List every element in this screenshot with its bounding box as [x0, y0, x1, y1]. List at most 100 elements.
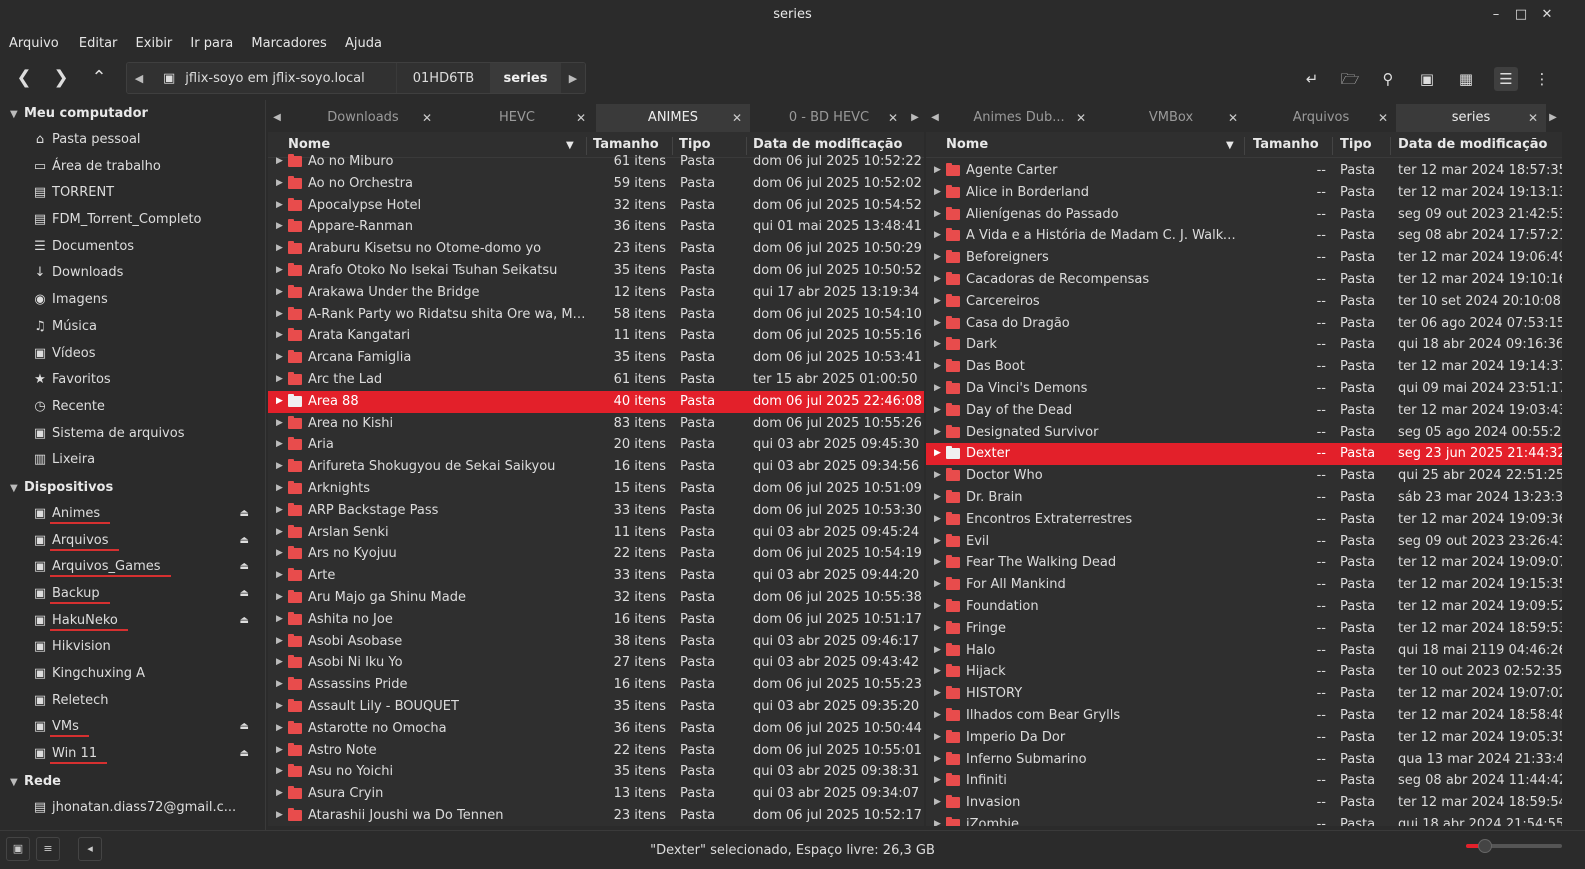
- expand-icon[interactable]: ▶: [276, 761, 283, 783]
- sidebar-item-10[interactable]: ◷ Recente: [0, 394, 265, 421]
- list-item[interactable]: ▶ Assassins Pride 16 itens Pasta dom 06 jul …: [268, 674, 924, 696]
- list-item[interactable]: ▶ Asobi Ni Iku Yo 27 itens Pasta qui 03 abr …: [268, 652, 924, 674]
- list-item[interactable]: ▶ Ao no Orchestra 59 itens Pasta dom 06 jul …: [268, 173, 924, 195]
- sidebar-header-devices[interactable]: ▼ Dispositivos: [0, 474, 265, 501]
- list-item[interactable]: ▶ Arslan Senki 11 itens Pasta qui 03 abr 202…: [268, 522, 924, 544]
- list-item[interactable]: ▶ Dark -- Pasta qui 18 abr 2024 09:16:36: [926, 334, 1562, 356]
- list-item[interactable]: ▶ Arknights 15 itens Pasta dom 06 jul 2025 1…: [268, 478, 924, 500]
- eject-icon[interactable]: ⏏: [240, 501, 249, 528]
- list-view-icon[interactable]: ☰: [1494, 67, 1518, 91]
- expand-icon[interactable]: ▶: [276, 609, 283, 631]
- list-item[interactable]: ▶ Das Boot -- Pasta ter 12 mar 2024 19:14:37: [926, 356, 1562, 378]
- list-item[interactable]: ▶ Agente Carter -- Pasta ter 12 mar 2024 18:…: [926, 160, 1562, 182]
- expand-icon[interactable]: ▶: [934, 792, 941, 814]
- menu-arquivo[interactable]: Arquivo: [0, 30, 59, 51]
- close-tab-icon[interactable]: ✕: [888, 104, 898, 132]
- list-item[interactable]: ▶ ARP Backstage Pass 33 itens Pasta dom 06 j…: [268, 500, 924, 522]
- close-tab-icon[interactable]: ✕: [1228, 104, 1238, 132]
- expand-icon[interactable]: ▶: [276, 391, 283, 413]
- close-tab-icon[interactable]: ✕: [576, 104, 586, 132]
- column-separator[interactable]: [1332, 137, 1333, 155]
- sort-icon[interactable]: ▼: [1226, 140, 1234, 151]
- breadcrumb-right-icon[interactable]: ▶: [561, 63, 585, 93]
- expand-icon[interactable]: ▶: [934, 683, 941, 705]
- list-item[interactable]: ▶ Invasion -- Pasta ter 12 mar 2024 18:59:54: [926, 792, 1562, 814]
- list-item[interactable]: ▶ Arata Kangatari 11 itens Pasta dom 06 jul …: [268, 325, 924, 347]
- list-item[interactable]: ▶ Ao no Miburo 61 itens Pasta dom 06 jul 202…: [268, 151, 924, 173]
- column-size[interactable]: Tamanho: [593, 137, 659, 152]
- list-item[interactable]: ▶ Atarashii Joushi wa Do Tennen 23 itens Pa…: [268, 805, 924, 826]
- list-item[interactable]: ▶ Designated Survivor -- Pasta seg 05 ago 20…: [926, 422, 1562, 444]
- close-tab-icon[interactable]: ✕: [732, 104, 742, 132]
- expand-icon[interactable]: ▶: [276, 674, 283, 696]
- list-item[interactable]: ▶ Dr. Brain -- Pasta sáb 23 mar 2024 13:23:3…: [926, 487, 1562, 509]
- tab-2[interactable]: ANIMES ✕: [596, 104, 750, 132]
- column-type[interactable]: Tipo: [679, 137, 711, 152]
- column-separator[interactable]: [1244, 137, 1245, 155]
- expand-icon[interactable]: ▶: [276, 631, 283, 653]
- eject-icon[interactable]: ⏏: [240, 554, 249, 581]
- sidebar-header-network[interactable]: ▼ Rede: [0, 768, 265, 795]
- expand-icon[interactable]: ▶: [934, 574, 941, 596]
- expand-icon[interactable]: ▶: [934, 313, 941, 335]
- tab-3[interactable]: 0 - BD HEVC ✕: [752, 104, 906, 132]
- expand-icon[interactable]: ▶: [276, 434, 283, 456]
- expand-icon[interactable]: ▶: [934, 552, 941, 574]
- image-view-icon[interactable]: ▣: [1417, 69, 1437, 89]
- breadcrumb-series[interactable]: series: [491, 63, 561, 93]
- expand-icon[interactable]: ▶: [276, 151, 283, 173]
- sidebar-item-12[interactable]: ▥ Lixeira: [0, 447, 265, 474]
- list-item[interactable]: ▶ Asura Cryin 13 itens Pasta qui 03 abr 2025…: [268, 783, 924, 805]
- tab-3[interactable]: series ✕: [1396, 104, 1546, 132]
- expand-icon[interactable]: ▶: [276, 805, 283, 826]
- close-tab-icon[interactable]: ✕: [422, 104, 432, 132]
- sidebar-device-0[interactable]: ▣ Animes ⏏: [0, 501, 265, 528]
- sidebar-item-8[interactable]: ▣ Vídeos: [0, 341, 265, 368]
- list-item[interactable]: ▶ Encontros Extraterrestres -- Pasta ter 12 …: [926, 509, 1562, 531]
- tab-0[interactable]: Downloads ✕: [286, 104, 440, 132]
- list-item[interactable]: ▶ Assault Lily - BOUQUET 35 itens Pasta qui …: [268, 696, 924, 718]
- expand-icon[interactable]: ▶: [934, 727, 941, 749]
- expand-icon[interactable]: ▶: [276, 522, 283, 544]
- expand-icon[interactable]: ▶: [934, 749, 941, 771]
- sidebar-item-11[interactable]: ▣ Sistema de arquivos: [0, 421, 265, 448]
- list-item[interactable]: ▶ Fringe -- Pasta ter 12 mar 2024 18:59:53: [926, 618, 1562, 640]
- up-icon[interactable]: ⌃: [87, 67, 111, 91]
- expand-icon[interactable]: ▶: [276, 238, 283, 260]
- list-item[interactable]: ▶ Carcereiros -- Pasta ter 10 set 2024 20:10…: [926, 291, 1562, 313]
- expand-icon[interactable]: ▶: [276, 456, 283, 478]
- close-tab-icon[interactable]: ✕: [1528, 104, 1538, 132]
- expand-icon[interactable]: ▶: [276, 260, 283, 282]
- list-item[interactable]: ▶ Area no Kishi 83 itens Pasta dom 06 jul 20…: [268, 413, 924, 435]
- list-item[interactable]: ▶ Area 88 40 itens Pasta dom 06 jul 2025 22:…: [268, 390, 924, 413]
- expand-icon[interactable]: ▶: [276, 325, 283, 347]
- eject-icon[interactable]: ⏏: [240, 714, 249, 741]
- sidebar-device-4[interactable]: ▣ HakuNeko ⏏: [0, 608, 265, 635]
- list-item[interactable]: ▶ Arifureta Shokugyou de Sekai Saikyou 16 …: [268, 456, 924, 478]
- list-item[interactable]: ▶ Arakawa Under the Bridge 12 itens Pasta qu…: [268, 282, 924, 304]
- icon-view-icon[interactable]: ▦: [1456, 69, 1476, 89]
- list-item[interactable]: ▶ Ashita no Joe 16 itens Pasta dom 06 jul 20…: [268, 609, 924, 631]
- expand-icon[interactable]: ▶: [276, 304, 283, 326]
- expand-icon[interactable]: ▶: [934, 531, 941, 553]
- minimize-icon[interactable]: –: [1487, 6, 1505, 24]
- expand-icon[interactable]: ▶: [934, 443, 941, 465]
- menu-ajuda[interactable]: Ajuda: [336, 30, 382, 51]
- list-item[interactable]: ▶ Foundation -- Pasta ter 12 mar 2024 19:09:…: [926, 596, 1562, 618]
- column-separator[interactable]: [1390, 137, 1391, 155]
- sidebar-item-2[interactable]: ▤ TORRENT: [0, 180, 265, 207]
- list-item[interactable]: ▶ Arafo Otoko No Isekai Tsuhan Seikatsu 35…: [268, 260, 924, 282]
- eject-icon[interactable]: ⏏: [240, 528, 249, 555]
- expand-icon[interactable]: ▶: [934, 422, 941, 444]
- forward-icon[interactable]: ❯: [49, 67, 73, 91]
- list-item[interactable]: ▶ Aria 20 itens Pasta qui 03 abr 2025 09:45:…: [268, 434, 924, 456]
- list-item[interactable]: ▶ Halo -- Pasta qui 18 mai 2119 04:46:26: [926, 640, 1562, 662]
- expand-icon[interactable]: ▶: [276, 369, 283, 391]
- expand-icon[interactable]: ▶: [934, 814, 941, 826]
- list-item[interactable]: ▶ Beforeigners -- Pasta ter 12 mar 2024 19:0…: [926, 247, 1562, 269]
- tabs-scroll-left-icon[interactable]: ◀: [926, 104, 944, 132]
- tabs-scroll-right-icon[interactable]: ▶: [906, 104, 924, 132]
- breadcrumb-left-icon[interactable]: ◀: [127, 63, 151, 93]
- list-item[interactable]: ▶ Infiniti -- Pasta seg 08 abr 2024 11:44:42: [926, 770, 1562, 792]
- expand-icon[interactable]: ▶: [276, 740, 283, 762]
